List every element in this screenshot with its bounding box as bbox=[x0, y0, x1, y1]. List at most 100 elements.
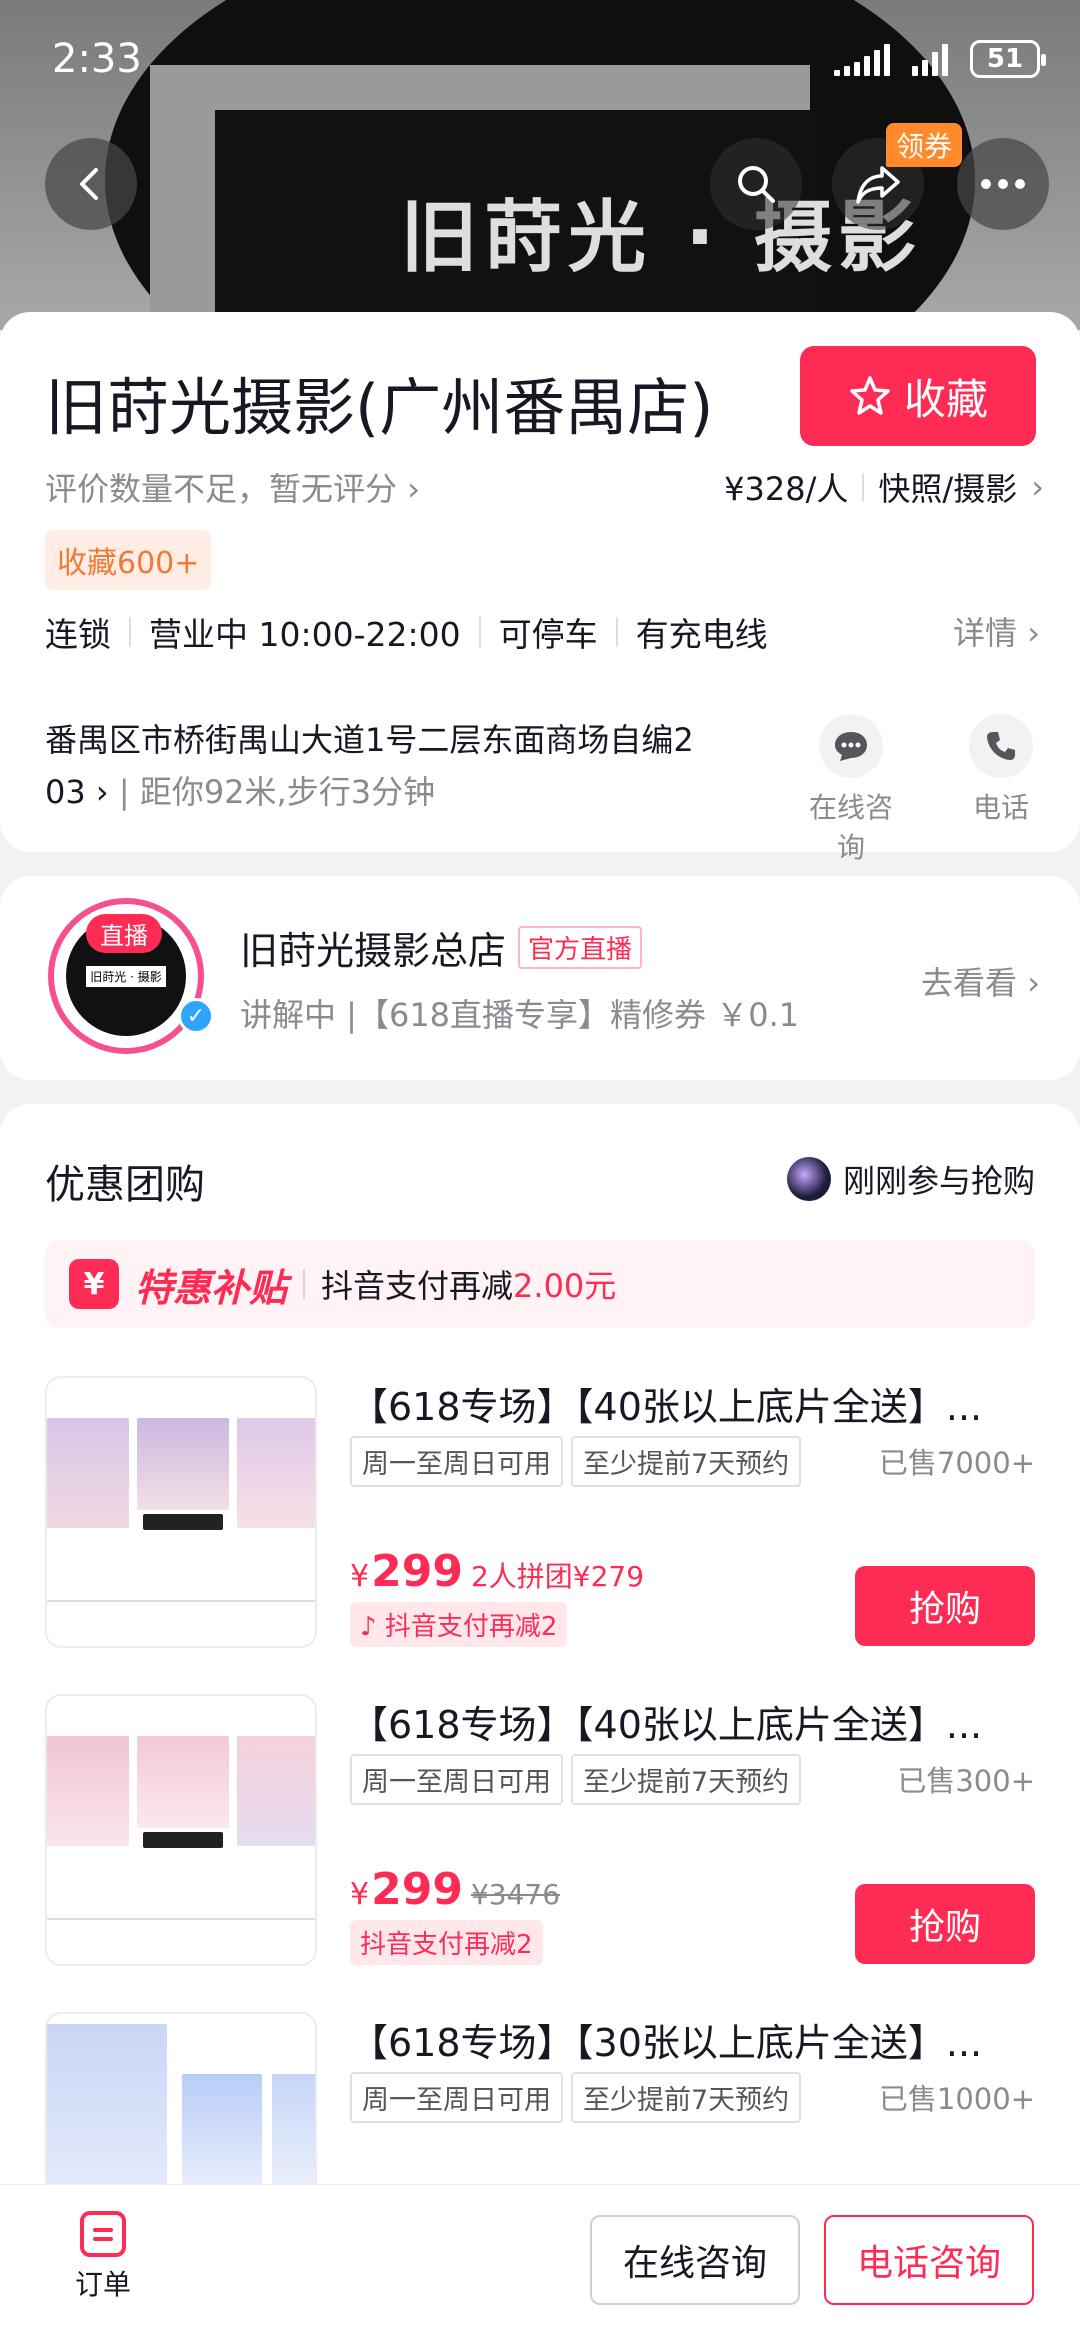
subsidy-name: 特惠补贴 bbox=[135, 1265, 288, 1310]
favorite-button[interactable]: 收藏 bbox=[800, 346, 1036, 446]
favorite-count-badge: 收藏600+ bbox=[45, 530, 212, 590]
phone-label: 电话 bbox=[972, 791, 1029, 824]
live-name-text: 旧莳光摄影总店 bbox=[240, 929, 507, 973]
price-value: 299 bbox=[371, 1546, 463, 1597]
divider bbox=[129, 617, 131, 647]
chat-icon bbox=[819, 714, 883, 778]
deal-tags: 周一至周日可用 至少提前7天预约 bbox=[350, 1754, 802, 1805]
details-link[interactable]: 详情 › bbox=[953, 608, 1040, 654]
avatar-logo: 旧莳光 · 摄影 bbox=[86, 965, 166, 987]
phone-icon bbox=[969, 714, 1033, 778]
distance: 距你92米,步行3分钟 bbox=[139, 773, 436, 811]
verified-check-icon: ✓ bbox=[178, 998, 214, 1034]
store-info-row: 连锁 营业中 10:00-22:00 可停车 有充电线 bbox=[45, 608, 768, 656]
go-watch-label: 去看看 bbox=[921, 964, 1018, 1002]
original-price: ¥3476 bbox=[470, 1878, 561, 1911]
more-dots-icon bbox=[981, 179, 1025, 189]
sold-count: 已售7000+ bbox=[878, 1446, 1035, 1480]
phone-consult-button[interactable]: 电话咨询 bbox=[824, 2215, 1034, 2305]
divider bbox=[478, 617, 481, 647]
info-hours: 营业中 10:00-22:00 bbox=[149, 615, 461, 654]
buy-button[interactable]: 抢购 bbox=[855, 1566, 1035, 1646]
back-button[interactable] bbox=[45, 138, 137, 230]
store-title: 旧莳光摄影(广州番禺店) bbox=[45, 371, 714, 444]
subsidy-label: 抖音支付再减 bbox=[321, 1267, 514, 1305]
deal-thumbnail bbox=[45, 1694, 317, 1966]
coupon-tag[interactable]: 领券 bbox=[886, 123, 963, 167]
order-icon bbox=[80, 2211, 126, 2257]
live-host-name: 旧莳光摄影总店 官方直播 bbox=[240, 920, 643, 975]
deal-price: ¥299 ¥3476 bbox=[350, 1864, 560, 1915]
store-info-card: 旧莳光摄影(广州番禺店) 收藏 评价数量不足，暂无评分 › ¥328/人 快照/… bbox=[0, 312, 1080, 864]
live-subtitle: 讲解中 |【618直播专享】精修券 ￥0.1 bbox=[240, 996, 800, 1034]
phone-button[interactable]: 电话 bbox=[948, 714, 1054, 826]
live-badge: 直播 bbox=[86, 914, 162, 953]
buy-button[interactable]: 抢购 bbox=[855, 1884, 1035, 1964]
price-value: 299 bbox=[371, 1864, 463, 1915]
group-deals-section: 优惠团购 刚刚参与抢购 ¥ 特惠补贴 抖音支付再减2.00元 【618专场】【4… bbox=[0, 1104, 1080, 2284]
price-per-person: ¥328/人 bbox=[724, 470, 849, 508]
status-icons: 51 bbox=[834, 40, 1046, 78]
pay-discount-tag: 抖音支付再减2 bbox=[350, 1920, 543, 1965]
tag-available-days: 周一至周日可用 bbox=[350, 2072, 563, 2123]
rating-link[interactable]: 评价数量不足，暂无评分 › bbox=[45, 464, 420, 510]
subsidy-text: 抖音支付再减2.00元 bbox=[321, 1261, 616, 1307]
chevron-right-icon: › bbox=[1031, 468, 1044, 506]
section-title: 优惠团购 bbox=[45, 1162, 205, 1208]
bottom-action-bar: 订单 在线咨询 电话咨询 bbox=[0, 2184, 1080, 2331]
signal-icon bbox=[834, 42, 890, 76]
tag-booking-advance: 至少提前7天预约 bbox=[571, 1754, 802, 1805]
search-icon bbox=[738, 166, 775, 203]
deal-item[interactable]: 【618专场】【40张以上底片全送】... 周一至周日可用 至少提前7天预约 已… bbox=[45, 1694, 1035, 1974]
address-line2: 03 bbox=[45, 773, 86, 811]
recent-text: 刚刚参与抢购 bbox=[842, 1162, 1035, 1200]
search-button[interactable] bbox=[710, 138, 802, 230]
more-button[interactable] bbox=[957, 138, 1049, 230]
subsidy-amount: 2.00元 bbox=[513, 1267, 617, 1305]
deal-title: 【618专场】【40张以上底片全送】... bbox=[350, 1385, 983, 1429]
star-icon bbox=[850, 376, 890, 415]
divider bbox=[303, 1269, 306, 1299]
online-consult-bottom-button[interactable]: 在线咨询 bbox=[590, 2215, 800, 2305]
deal-title: 【618专场】【40张以上底片全送】... bbox=[350, 1703, 983, 1747]
info-parking: 可停车 bbox=[498, 615, 598, 654]
sold-count: 已售1000+ bbox=[878, 2082, 1035, 2116]
chevron-left-icon bbox=[80, 168, 98, 200]
avatar bbox=[786, 1157, 831, 1201]
address-line1: 番禺区市桥街禺山大道1号二层东面商场自编2 bbox=[45, 721, 694, 759]
divider bbox=[862, 473, 865, 501]
group-price: 2人拼团¥279 bbox=[470, 1560, 645, 1593]
pay-discount-text: 抖音支付再减2 bbox=[384, 1612, 558, 1642]
info-chain: 连锁 bbox=[45, 615, 111, 654]
deal-item[interactable]: 【618专场】【40张以上底片全送】... 周一至周日可用 至少提前7天预约 已… bbox=[45, 1376, 1035, 1656]
sold-count: 已售300+ bbox=[897, 1764, 1035, 1798]
official-live-tag: 官方直播 bbox=[518, 926, 643, 969]
address[interactable]: 番禺区市桥街禺山大道1号二层东面商场自编2 03 › | 距你92米,步行3分钟 bbox=[45, 714, 745, 818]
tag-available-days: 周一至周日可用 bbox=[350, 1754, 563, 1805]
deal-thumbnail bbox=[45, 1376, 317, 1648]
battery-icon: 51 bbox=[970, 40, 1046, 78]
status-time: 2:33 bbox=[52, 36, 142, 82]
divider bbox=[615, 617, 618, 647]
category: 快照/摄影 bbox=[878, 470, 1018, 508]
price-category[interactable]: ¥328/人 快照/摄影 › bbox=[724, 464, 1044, 510]
currency-symbol: ¥ bbox=[350, 1877, 370, 1912]
live-stream-card[interactable]: 旧莳光 · 摄影 直播 ✓ 旧莳光摄影总店 官方直播 讲解中 |【618直播专享… bbox=[0, 876, 1080, 1080]
yen-icon: ¥ bbox=[69, 1259, 119, 1309]
go-watch-link[interactable]: 去看看 › bbox=[921, 958, 1040, 1004]
deal-tags: 周一至周日可用 至少提前7天预约 bbox=[350, 1436, 802, 1487]
info-charger: 有充电线 bbox=[635, 615, 768, 654]
deal-title: 【618专场】【30张以上底片全送】... bbox=[350, 2021, 983, 2065]
currency-symbol: ¥ bbox=[350, 1559, 370, 1594]
orders-button[interactable]: 订单 bbox=[75, 2211, 131, 2303]
deal-tags: 周一至周日可用 至少提前7天预约 bbox=[350, 2072, 802, 2123]
subsidy-banner[interactable]: ¥ 特惠补贴 抖音支付再减2.00元 bbox=[45, 1240, 1035, 1328]
online-consult-label: 在线咨询 bbox=[808, 791, 893, 864]
tag-booking-advance: 至少提前7天预约 bbox=[571, 1436, 802, 1487]
recent-purchase: 刚刚参与抢购 bbox=[786, 1156, 1035, 1202]
online-consult-button[interactable]: 在线咨询 bbox=[796, 714, 906, 866]
signal-icon-2 bbox=[912, 42, 948, 76]
pay-discount-tag: ♪ 抖音支付再减2 bbox=[350, 1602, 568, 1647]
details-label: 详情 bbox=[953, 614, 1018, 652]
favorite-label: 收藏 bbox=[903, 374, 988, 424]
